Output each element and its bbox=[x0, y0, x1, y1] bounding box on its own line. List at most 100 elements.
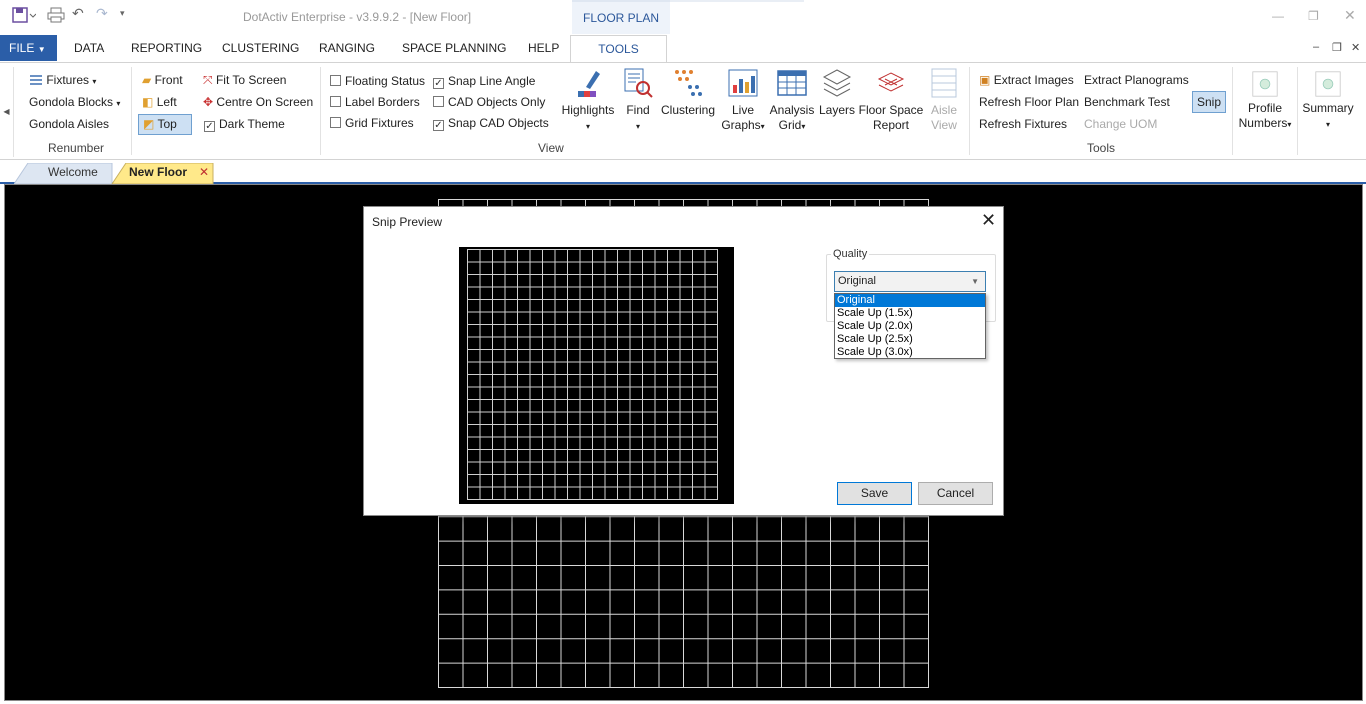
quality-option[interactable]: Original bbox=[835, 294, 985, 307]
tab-help[interactable]: HELP bbox=[528, 41, 559, 55]
ribbon-tabs bbox=[0, 34, 1366, 62]
snip-button[interactable]: Snip bbox=[1192, 91, 1226, 113]
chevron-down-icon: ▾ bbox=[635, 122, 640, 131]
aisle-view-button[interactable]: Aisle View bbox=[927, 67, 961, 133]
restore-icon[interactable]: ❐ bbox=[1308, 9, 1319, 23]
mdi-minimize-icon[interactable]: – bbox=[1313, 41, 1319, 53]
extract-images-button[interactable]: ▣ Extract Images bbox=[979, 73, 1074, 87]
label-borders-checkbox[interactable]: Label Borders bbox=[330, 95, 420, 109]
floor-space-report-icon bbox=[877, 72, 905, 92]
benchmark-test-button[interactable]: Benchmark Test bbox=[1084, 95, 1170, 109]
change-uom-button[interactable]: Change UOM bbox=[1084, 117, 1157, 131]
cancel-button[interactable]: Cancel bbox=[918, 482, 993, 505]
divider bbox=[969, 67, 970, 155]
group-label-tools: Tools bbox=[1087, 141, 1116, 155]
save-icon[interactable] bbox=[12, 7, 36, 23]
group-label-renumber: Renumber bbox=[48, 141, 105, 155]
checkbox-icon: ✓ bbox=[433, 120, 444, 131]
print-icon[interactable] bbox=[47, 7, 65, 23]
summary-icon bbox=[1315, 71, 1341, 97]
live-graphs-button[interactable]: Live Graphs▾ bbox=[719, 67, 767, 134]
file-tab[interactable]: FILE ▼ bbox=[0, 35, 57, 61]
preview-grid bbox=[467, 249, 718, 500]
snip-preview-dialog: Snip Preview ✕ Quality Original ▼ Origina… bbox=[363, 206, 1004, 516]
doc-tab-close-icon[interactable]: ✕ bbox=[199, 163, 209, 183]
centre-on-screen-icon: ✥ bbox=[203, 95, 214, 109]
chevron-down-icon: ▾ bbox=[760, 122, 765, 131]
front-view-button[interactable]: ▰ Front bbox=[142, 73, 183, 87]
context-tab-line bbox=[670, 0, 804, 2]
mdi-restore-icon[interactable]: ❐ bbox=[1332, 41, 1342, 54]
customize-icon[interactable]: ▾ bbox=[120, 8, 125, 19]
dark-theme-checkbox[interactable]: ✓ Dark Theme bbox=[204, 117, 285, 132]
checkbox-icon: ✓ bbox=[204, 121, 215, 132]
redo-icon[interactable]: ↷ bbox=[96, 5, 108, 22]
renumber-gondola-blocks-button[interactable]: Gondola Blocks ▾ bbox=[29, 95, 120, 109]
profile-numbers-icon bbox=[1252, 71, 1278, 97]
floor-space-report-button[interactable]: Floor Space Report bbox=[858, 67, 924, 133]
tab-space-planning[interactable]: SPACE PLANNING bbox=[402, 41, 506, 55]
checkbox-icon: ✓ bbox=[433, 78, 444, 89]
grid-fixtures-checkbox[interactable]: Grid Fixtures bbox=[330, 116, 414, 130]
doc-tab-new-floor[interactable]: New Floor bbox=[129, 163, 187, 183]
renumber-gondola-aisles-button[interactable]: Gondola Aisles bbox=[29, 117, 109, 131]
quality-select[interactable]: Original ▼ bbox=[834, 271, 986, 292]
aisle-view-icon bbox=[931, 68, 957, 98]
top-view-icon: ◩ bbox=[143, 117, 155, 131]
layers-button[interactable]: Layers bbox=[818, 67, 856, 118]
divider bbox=[131, 67, 132, 155]
floating-status-checkbox[interactable]: Floating Status bbox=[330, 74, 425, 88]
find-button[interactable]: Find ▾ bbox=[620, 67, 656, 134]
refresh-fixtures-button[interactable]: Refresh Fixtures bbox=[979, 117, 1067, 131]
undo-icon[interactable]: ↶ bbox=[72, 5, 84, 22]
tab-clustering[interactable]: CLUSTERING bbox=[222, 41, 299, 55]
find-icon bbox=[624, 68, 653, 98]
refresh-floor-plan-button[interactable]: Refresh Floor Plan bbox=[979, 95, 1079, 109]
summary-button[interactable]: Summary ▾ bbox=[1300, 67, 1356, 132]
left-view-button[interactable]: ◧ Left bbox=[142, 95, 177, 109]
dialog-close-icon[interactable]: ✕ bbox=[981, 210, 996, 231]
quality-label: Quality bbox=[831, 248, 870, 260]
fit-to-screen-button[interactable]: ⤧ Fit To Screen bbox=[203, 73, 286, 88]
quality-option[interactable]: Scale Up (1.5x) bbox=[835, 307, 985, 320]
app-title: DotActiv Enterprise - v3.9.9.2 - [New Fl… bbox=[243, 10, 472, 24]
group-label-view: View bbox=[538, 141, 564, 155]
dialog-title: Snip Preview bbox=[372, 215, 443, 229]
profile-numbers-button[interactable]: Profile Numbers▾ bbox=[1236, 67, 1294, 132]
snap-cad-objects-checkbox[interactable]: ✓ Snap CAD Objects bbox=[433, 116, 549, 131]
checkbox-icon bbox=[433, 96, 444, 107]
tab-data[interactable]: DATA bbox=[74, 41, 104, 55]
centre-on-screen-button[interactable]: ✥ Centre On Screen bbox=[203, 95, 313, 109]
quality-option[interactable]: Scale Up (2.5x) bbox=[835, 333, 985, 346]
tab-reporting[interactable]: REPORTING bbox=[131, 41, 202, 55]
quality-option[interactable]: Scale Up (2.0x) bbox=[835, 320, 985, 333]
ribbon: ◀ Fixtures ▾ Gondola Blocks ▾ Gondola Ai… bbox=[0, 62, 1366, 160]
mdi-close-icon[interactable]: ✕ bbox=[1351, 41, 1360, 54]
extract-planograms-button[interactable]: Extract Planograms bbox=[1084, 73, 1189, 87]
chevron-down-icon: ▾ bbox=[585, 122, 590, 131]
divider bbox=[320, 67, 321, 155]
top-view-button[interactable]: ◩ Top bbox=[138, 114, 192, 135]
highlights-icon bbox=[578, 71, 600, 97]
renumber-fixtures-button[interactable]: Fixtures ▾ bbox=[29, 73, 96, 87]
analysis-grid-button[interactable]: Analysis Grid▾ bbox=[769, 67, 815, 134]
doc-tab-welcome[interactable]: Welcome bbox=[48, 163, 98, 183]
quality-option[interactable]: Scale Up (3.0x) bbox=[835, 346, 985, 359]
title-bar: ↶ ↷ ▾ DotActiv Enterprise - v3.9.9.2 - [… bbox=[0, 0, 1366, 34]
ribbon-scroll-left-icon[interactable]: ◀ bbox=[0, 67, 14, 157]
snap-line-angle-checkbox[interactable]: ✓ Snap Line Angle bbox=[433, 74, 535, 89]
tab-ranging[interactable]: RANGING bbox=[319, 41, 375, 55]
save-button[interactable]: Save bbox=[837, 482, 912, 505]
live-graphs-icon bbox=[728, 69, 758, 97]
front-view-icon: ▰ bbox=[142, 73, 152, 87]
chevron-down-icon: ▾ bbox=[1287, 120, 1292, 129]
fit-to-screen-icon: ⤧ bbox=[203, 73, 213, 87]
quality-dropdown-list: Original Scale Up (1.5x) Scale Up (2.0x)… bbox=[834, 293, 986, 359]
chevron-down-icon: ▾ bbox=[92, 77, 97, 86]
clustering-button[interactable]: Clustering bbox=[660, 67, 716, 118]
highlights-button[interactable]: Highlights ▾ bbox=[560, 67, 616, 134]
cad-objects-only-checkbox[interactable]: CAD Objects Only bbox=[433, 95, 545, 109]
close-icon[interactable]: ✕ bbox=[1344, 7, 1356, 24]
minimize-icon[interactable]: — bbox=[1272, 9, 1284, 23]
tab-tools[interactable]: TOOLS bbox=[570, 35, 667, 63]
